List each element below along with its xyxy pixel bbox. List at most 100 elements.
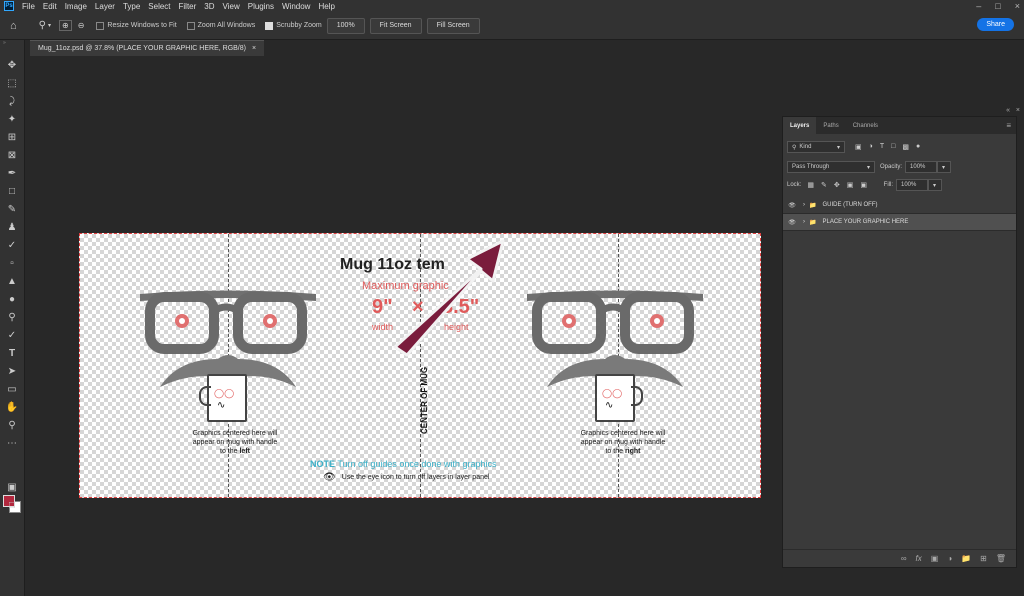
clone-stamp-icon[interactable]: ♟ xyxy=(5,220,19,234)
delete-layer-icon[interactable]: 🗑 xyxy=(996,554,1006,563)
eye-instruction: 👁 Use the eye icon to turn off layers in… xyxy=(323,472,489,483)
path-selection-icon[interactable]: ➤ xyxy=(5,364,19,378)
lock-all-icon[interactable]: ▣ xyxy=(860,181,867,189)
menu-3d[interactable]: 3D xyxy=(200,2,218,11)
scrubby-zoom-checkbox[interactable]: Scrubby Zoom xyxy=(265,21,322,30)
chevron-down-icon: ▾ xyxy=(866,164,870,171)
menu-plugins[interactable]: Plugins xyxy=(244,2,278,11)
lasso-tool-icon[interactable]: ⤸ xyxy=(5,94,19,108)
brush-tool-icon[interactable]: ✎ xyxy=(5,202,19,216)
blur-tool-icon[interactable]: ● xyxy=(5,292,19,306)
resize-windows-checkbox[interactable]: Resize Windows to Fit xyxy=(96,21,177,30)
marquee-tool-icon[interactable]: ⬚ xyxy=(5,76,19,90)
minimize-icon[interactable]: – xyxy=(976,1,981,11)
expand-chevron-icon[interactable]: › xyxy=(803,202,805,208)
screen-mode-icon[interactable]: □ xyxy=(5,498,19,512)
visibility-eye-icon[interactable]: 👁 xyxy=(785,202,799,209)
lock-artboard-icon[interactable]: ▣ xyxy=(847,181,854,189)
crop-tool-icon[interactable]: ⊞ xyxy=(5,130,19,144)
new-layer-icon[interactable]: ⊞ xyxy=(980,554,987,563)
type-tool-icon[interactable]: T xyxy=(5,346,19,360)
layer-row[interactable]: 👁 › 📁 GUIDE (TURN OFF) xyxy=(783,197,1016,214)
share-button[interactable]: Share xyxy=(977,18,1014,31)
frame-tool-icon[interactable]: ⊠ xyxy=(5,148,19,162)
lock-position-icon[interactable]: ✥ xyxy=(834,181,840,189)
document-tab-bar: Mug_11oz.psd @ 37.8% (PLACE YOUR GRAPHIC… xyxy=(26,40,1024,57)
maximize-icon[interactable]: □ xyxy=(995,1,1000,11)
pixel-filter-icon[interactable]: ▣ xyxy=(855,143,862,151)
close-window-icon[interactable]: × xyxy=(1015,1,1020,11)
opacity-chevron-icon[interactable]: ▾ xyxy=(937,161,952,173)
caption-right: Graphics centered here will appear on mu… xyxy=(548,429,698,456)
collapse-panels-icon[interactable]: « xyxy=(1006,107,1010,114)
fx-icon[interactable]: fx xyxy=(916,554,922,563)
close-panel-icon[interactable]: × xyxy=(1016,107,1020,114)
shape-filter-icon[interactable]: □ xyxy=(891,143,895,151)
hand-tool-icon[interactable]: ✋ xyxy=(5,400,19,414)
menu-window[interactable]: Window xyxy=(278,2,314,11)
collapse-icon[interactable]: » xyxy=(3,40,6,46)
resize-windows-label: Resize Windows to Fit xyxy=(107,22,177,29)
tab-paths[interactable]: Paths xyxy=(816,117,845,134)
visibility-eye-icon[interactable]: 👁 xyxy=(785,219,799,226)
mug-icon-left: ◯◯ ∿ xyxy=(199,374,247,422)
expand-chevron-icon[interactable]: › xyxy=(803,219,805,225)
quick-mask-icon[interactable]: ▣ xyxy=(5,480,19,494)
menu-select[interactable]: Select xyxy=(144,2,174,11)
photoshop-logo: Ps xyxy=(4,1,14,11)
history-brush-icon[interactable]: ✓ xyxy=(5,238,19,252)
menu-edit[interactable]: Edit xyxy=(39,2,61,11)
document-tab-title: Mug_11oz.psd @ 37.8% (PLACE YOUR GRAPHIC… xyxy=(38,45,246,52)
move-tool-icon[interactable]: ✥ xyxy=(5,58,19,72)
smart-object-filter-icon[interactable]: ▩ xyxy=(902,143,909,151)
tab-layers[interactable]: Layers xyxy=(783,117,817,134)
document-canvas[interactable]: ◯◯ ∿ Graphics centered here will appear … xyxy=(79,233,761,498)
more-tools-icon[interactable]: ⋯ xyxy=(5,436,19,450)
menu-file[interactable]: File xyxy=(18,2,39,11)
menu-type[interactable]: Type xyxy=(119,2,144,11)
fill-chevron-icon[interactable]: ▾ xyxy=(928,179,942,191)
link-layers-icon[interactable]: ∞ xyxy=(901,554,907,563)
zoom-icon[interactable]: ⚲ xyxy=(5,418,19,432)
eyedropper-icon[interactable]: ✒ xyxy=(5,166,19,180)
rectangle-tool-icon[interactable]: ▭ xyxy=(5,382,19,396)
menu-filter[interactable]: Filter xyxy=(175,2,201,11)
new-group-icon[interactable]: 📁 xyxy=(961,554,971,563)
magic-wand-icon[interactable]: ✦ xyxy=(5,112,19,126)
adjustment-layer-icon[interactable]: ◑ xyxy=(947,554,952,563)
zoom-out-icon[interactable]: ⊖ xyxy=(78,21,85,30)
menu-layer[interactable]: Layer xyxy=(91,2,119,11)
healing-brush-icon[interactable]: □ xyxy=(5,184,19,198)
zoom-100-button[interactable]: 100% xyxy=(326,17,365,34)
document-tab[interactable]: Mug_11oz.psd @ 37.8% (PLACE YOUR GRAPHIC… xyxy=(30,40,265,56)
kind-filter-select[interactable]: ⚲ Kind ▾ xyxy=(787,141,845,153)
lock-image-icon[interactable]: ✎ xyxy=(821,181,827,189)
dodge-tool-icon[interactable]: ⚲ xyxy=(5,310,19,324)
eye-instruction-text: Use the eye icon to turn off layers in l… xyxy=(341,474,490,481)
tab-channels[interactable]: Channels xyxy=(846,117,885,134)
opacity-field[interactable]: 100% xyxy=(905,161,938,173)
close-tab-icon[interactable]: × xyxy=(252,45,256,52)
blend-mode-select[interactable]: Pass Through ▾ xyxy=(787,161,875,173)
paint-bucket-icon[interactable]: ▲ xyxy=(5,274,19,288)
adjustment-filter-icon[interactable]: ◑ xyxy=(869,143,873,151)
zoom-all-windows-checkbox[interactable]: Zoom All Windows xyxy=(186,21,255,30)
fill-field[interactable]: 100% xyxy=(896,179,928,191)
menu-view[interactable]: View xyxy=(219,2,244,11)
lock-transparent-icon[interactable]: ▦ xyxy=(807,181,814,189)
filter-toggle-icon[interactable]: ● xyxy=(916,143,920,151)
pen-tool-icon[interactable]: ✓ xyxy=(5,328,19,342)
zoom-tool-icon[interactable]: ⚲ xyxy=(39,20,46,31)
eraser-icon[interactable]: ▫ xyxy=(5,256,19,270)
fill-screen-button[interactable]: Fill Screen xyxy=(426,17,480,34)
add-mask-icon[interactable]: ▣ xyxy=(931,554,939,563)
zoom-in-icon[interactable]: ⊕ xyxy=(59,20,72,31)
fit-screen-button[interactable]: Fit Screen xyxy=(369,17,422,34)
menu-image[interactable]: Image xyxy=(61,2,91,11)
menu-help[interactable]: Help xyxy=(314,2,338,11)
chevron-down-icon[interactable]: ▾ xyxy=(48,22,51,29)
layer-row[interactable]: 👁 › 📁 PLACE YOUR GRAPHIC HERE xyxy=(783,214,1016,231)
home-icon[interactable]: ⌂ xyxy=(10,20,17,32)
type-filter-icon[interactable]: T xyxy=(880,143,884,151)
panel-menu-icon[interactable]: ≡ xyxy=(1006,121,1011,130)
